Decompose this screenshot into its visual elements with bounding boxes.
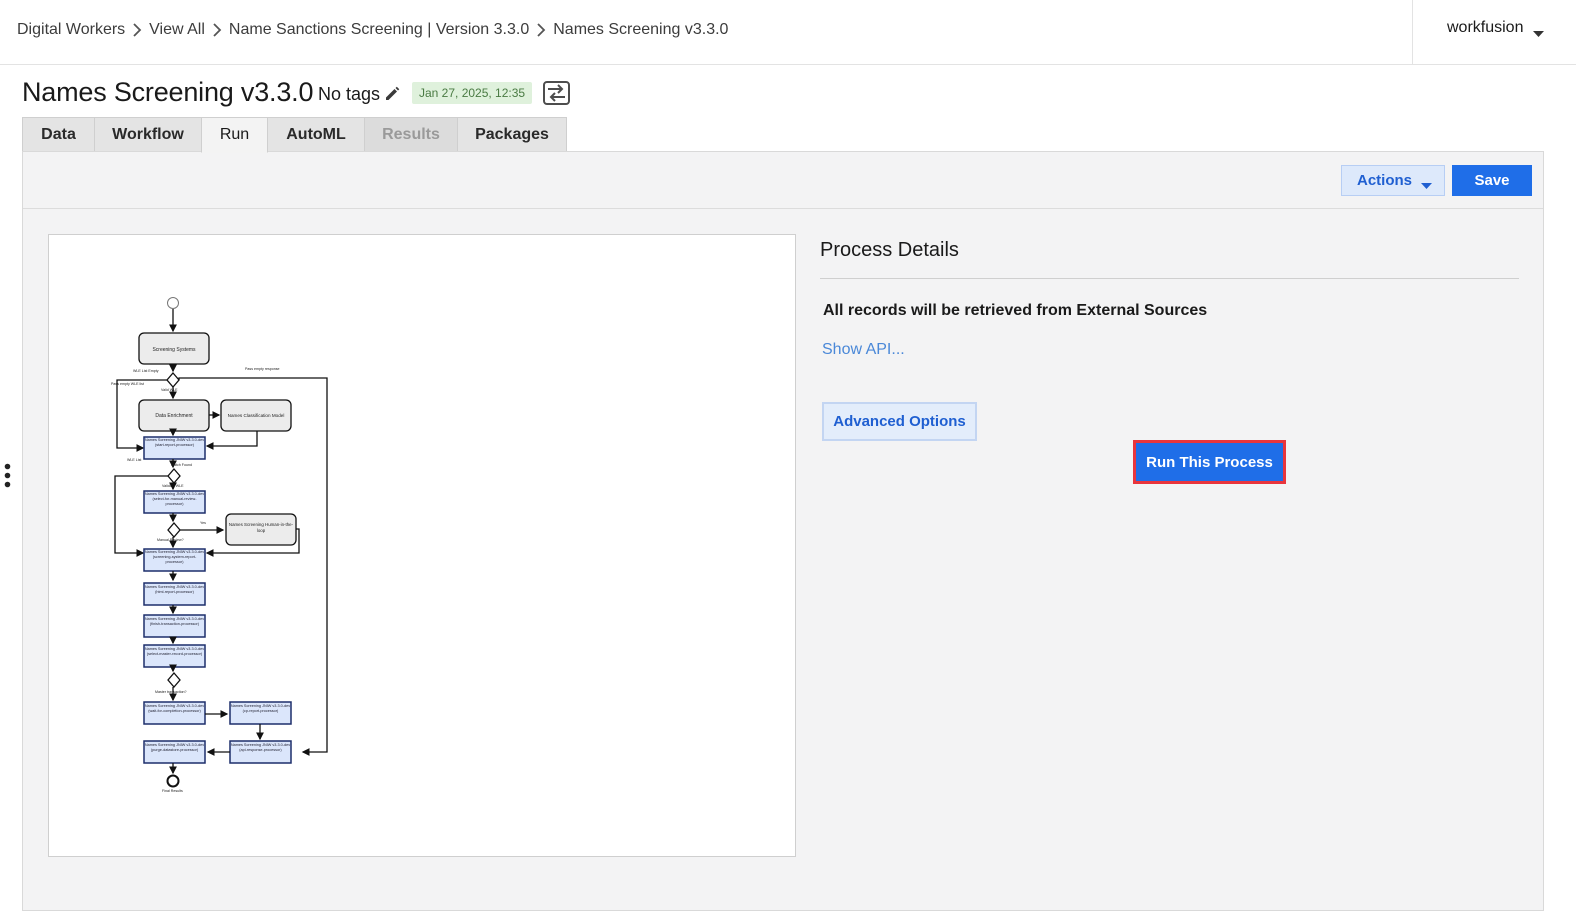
label-master-transaction: Master transaction? (155, 690, 187, 694)
breadcrumb-view-all[interactable]: View All (149, 21, 205, 39)
run-panel: Actions Save Screening Systems WLE List … (22, 151, 1544, 911)
workflow-diagram-svg: Screening Systems WLE List Empty Pass em… (111, 297, 328, 793)
node-human-in-the-loop: Names Screening Human-in-the-loop (228, 522, 294, 533)
page-title: Names Screening v3.3.0 (22, 77, 314, 107)
node-finish-transaction: Names Screening JNIW v3.3.0-dev (finish-… (144, 617, 205, 626)
label-pass-empty: Pass empty WLE list (111, 382, 144, 386)
tab-packages[interactable]: Packages (457, 117, 567, 152)
breadcrumb-digital-workers[interactable]: Digital Workers (17, 21, 125, 39)
more-vertical-icon[interactable] (4, 463, 11, 494)
process-details-title: Process Details (820, 239, 959, 261)
caret-down-icon (1421, 177, 1432, 194)
records-source-text: All records will be retrieved from Exter… (823, 302, 1208, 319)
label-wle-empty: WLE List Empty (133, 369, 159, 373)
tab-workflow[interactable]: Workflow (94, 117, 202, 152)
label-valid-wle: Valid WLE (161, 388, 178, 392)
tab-data[interactable]: Data (22, 117, 95, 152)
tab-automl[interactable]: AutoML (267, 117, 365, 152)
user-menu[interactable]: workfusion (1412, 0, 1576, 65)
breadcrumb: Digital Workers View All Name Sanctions … (17, 21, 728, 39)
chevron-right-icon (205, 21, 229, 39)
date-badge: Jan 27, 2025, 12:35 (412, 82, 533, 104)
node-api-response: Names Screening JNIW v3.3.0-dev (api-res… (230, 743, 291, 752)
save-button[interactable]: Save (1452, 165, 1532, 196)
tab-bar: Data Workflow Run AutoML Results Package… (22, 117, 567, 153)
caret-down-icon (1533, 25, 1544, 43)
user-name: workfusion (1447, 19, 1524, 36)
label-yes: Yes (200, 521, 206, 525)
tab-run[interactable]: Run (201, 117, 268, 153)
divider (820, 278, 1519, 279)
tags-label: No tags (318, 84, 381, 104)
workflow-diagram: Screening Systems WLE List Empty Pass em… (48, 234, 796, 857)
run-this-process-button[interactable]: Run This Process (1133, 440, 1286, 484)
actions-button[interactable]: Actions (1341, 165, 1445, 196)
node-purge-datastore: Names Screening JNIW v3.3.0-dev (purge-d… (144, 743, 205, 752)
breadcrumb-current: Names Screening v3.3.0 (553, 21, 729, 38)
label-match-found: Match Found (171, 463, 192, 467)
advanced-options-button[interactable]: Advanced Options (822, 402, 977, 441)
switch-version-icon[interactable] (542, 80, 571, 111)
top-bar: Digital Workers View All Name Sanctions … (0, 0, 1576, 65)
label-wle-list: WLE List (127, 458, 141, 462)
chevron-right-icon (125, 21, 149, 39)
pencil-icon[interactable] (384, 85, 401, 107)
node-data-enrichment: Data Enrichment (155, 413, 193, 419)
node-screening-report: Names Screening JNIW v3.3.0-dev (screeni… (144, 550, 205, 564)
actions-label: Actions (1357, 172, 1413, 189)
node-html-report: Names Screening JNIW v3.3.0-dev (html-re… (144, 585, 205, 594)
breadcrumb-name-sanctions-screening[interactable]: Name Sanctions Screening | Version 3.3.0 (229, 21, 529, 39)
node-final-results: Final Results (162, 789, 183, 793)
node-wait-for-completion: Names Screening JNIW v3.3.0-dev (wait-fo… (144, 704, 205, 713)
node-manual-review: Names Screening JNIW v3.3.0-dev (select-… (144, 492, 205, 506)
node-select-master: Names Screening JNIW v3.3.0-dev (select-… (144, 647, 205, 656)
label-manual-review: Manual Review? (157, 538, 184, 542)
node-classification-model: Names Classification Model (228, 413, 285, 418)
node-screening-systems: Screening Systems (152, 347, 196, 353)
panel-toolbar: Actions Save (23, 152, 1543, 209)
node-cp-report: Names Screening JNIW v3.3.0-dev (cp-repo… (230, 704, 291, 713)
node-start-report: Names Screening JNIW v3.3.0-dev (start-r… (144, 438, 205, 447)
chevron-right-icon (529, 21, 553, 39)
tab-results: Results (364, 117, 458, 152)
show-api-link[interactable]: Show API... (822, 341, 905, 359)
label-pass-empty-response: Pass empty response (245, 367, 280, 371)
